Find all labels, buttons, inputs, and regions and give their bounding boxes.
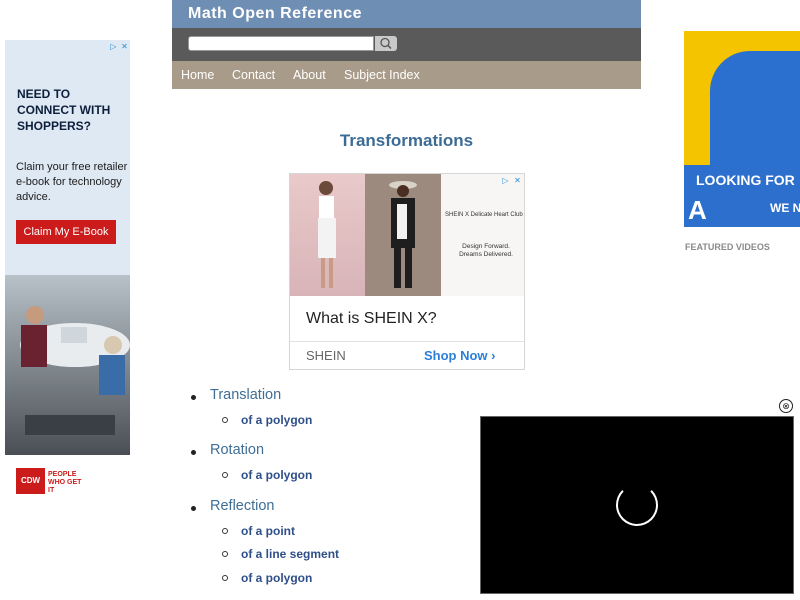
right-ad-letter: A <box>688 195 707 225</box>
bullet-icon <box>191 450 196 455</box>
cdw-logo: CDW <box>16 468 45 494</box>
ad-choices-icon[interactable]: ▷ <box>501 176 510 185</box>
site-header: Math Open Reference <box>172 0 641 28</box>
nav-home[interactable]: Home <box>181 68 214 82</box>
topic-rotation[interactable]: Rotation <box>210 442 264 458</box>
shop-now-label: Shop Now <box>424 348 488 363</box>
ad-person-image <box>710 51 800 171</box>
ad-image-model-2[interactable] <box>365 174 441 296</box>
center-advertisement[interactable]: SHEIN X Delicate Heart Club Design Forwa… <box>289 173 525 370</box>
circle-bullet-icon <box>222 575 228 581</box>
circle-bullet-icon <box>222 472 228 478</box>
right-ad-sub: WE N <box>770 201 800 215</box>
nav-contact[interactable]: Contact <box>232 68 275 82</box>
ad-tagline: Design Forward. Dreams Delivered. <box>459 243 513 258</box>
topic-translation[interactable]: Translation <box>210 387 281 403</box>
close-icon[interactable]: ✕ <box>513 176 522 185</box>
left-ad-photo[interactable] <box>5 275 130 455</box>
ad-headline[interactable]: What is SHEIN X? <box>306 310 437 328</box>
left-ad-body: Claim your free retailer e-book for tech… <box>16 161 128 203</box>
circle-bullet-icon <box>222 417 228 423</box>
ad-divider <box>290 341 524 342</box>
bullet-icon <box>191 506 196 511</box>
featured-videos-label: FEATURED VIDEOS <box>685 242 770 252</box>
close-icon[interactable]: ⊗ <box>779 399 793 413</box>
right-advertisement[interactable]: LOOKING FOR A WE N <box>684 31 800 227</box>
link-translation-polygon[interactable]: of a polygon <box>241 413 312 427</box>
ad-choices-icon[interactable]: ▷ <box>109 42 118 51</box>
cdw-tagline: PEOPLE WHO GET IT <box>48 471 82 494</box>
link-reflection-polygon[interactable]: of a polygon <box>241 571 312 585</box>
nav-bar: Home Contact About Subject Index <box>172 61 641 89</box>
ad-image-model-1[interactable] <box>290 174 365 296</box>
topic-reflection[interactable]: Reflection <box>210 498 274 514</box>
bullet-icon <box>191 395 196 400</box>
left-advertisement[interactable]: ▷ ✕ NEED TO CONNECT WITH SHOPPERS? Claim… <box>5 40 130 505</box>
model-figure-icon <box>318 181 336 288</box>
chevron-right-icon: › <box>491 348 496 363</box>
left-ad-headline: NEED TO CONNECT WITH SHOPPERS? <box>17 87 111 133</box>
site-title[interactable]: Math Open Reference <box>188 5 362 23</box>
circle-bullet-icon <box>222 528 228 534</box>
search-input[interactable] <box>188 36 374 51</box>
search-bar <box>172 28 641 61</box>
nav-about[interactable]: About <box>293 68 326 82</box>
office-scene-icon <box>20 306 130 435</box>
shop-now-button[interactable]: Shop Now › <box>424 348 496 363</box>
link-reflection-line-segment[interactable]: of a line segment <box>241 547 339 561</box>
search-icon <box>380 37 392 50</box>
ad-brand-line: SHEIN X Delicate Heart Club <box>445 212 523 218</box>
close-icon[interactable]: ✕ <box>120 42 129 51</box>
ad-image-panel[interactable] <box>441 174 524 296</box>
loading-spinner-icon <box>616 484 658 526</box>
claim-ebook-button[interactable]: Claim My E-Book <box>16 220 116 244</box>
link-rotation-polygon[interactable]: of a polygon <box>241 468 312 482</box>
circle-bullet-icon <box>222 551 228 557</box>
search-button[interactable] <box>375 36 397 51</box>
ad-brand: SHEIN <box>306 348 346 363</box>
nav-subject-index[interactable]: Subject Index <box>344 68 420 82</box>
model-figure-icon <box>389 181 417 288</box>
link-reflection-point[interactable]: of a point <box>241 524 295 538</box>
video-player[interactable] <box>480 416 794 594</box>
page-title: Transformations <box>339 131 474 150</box>
right-ad-headline: LOOKING FOR <box>696 172 795 188</box>
